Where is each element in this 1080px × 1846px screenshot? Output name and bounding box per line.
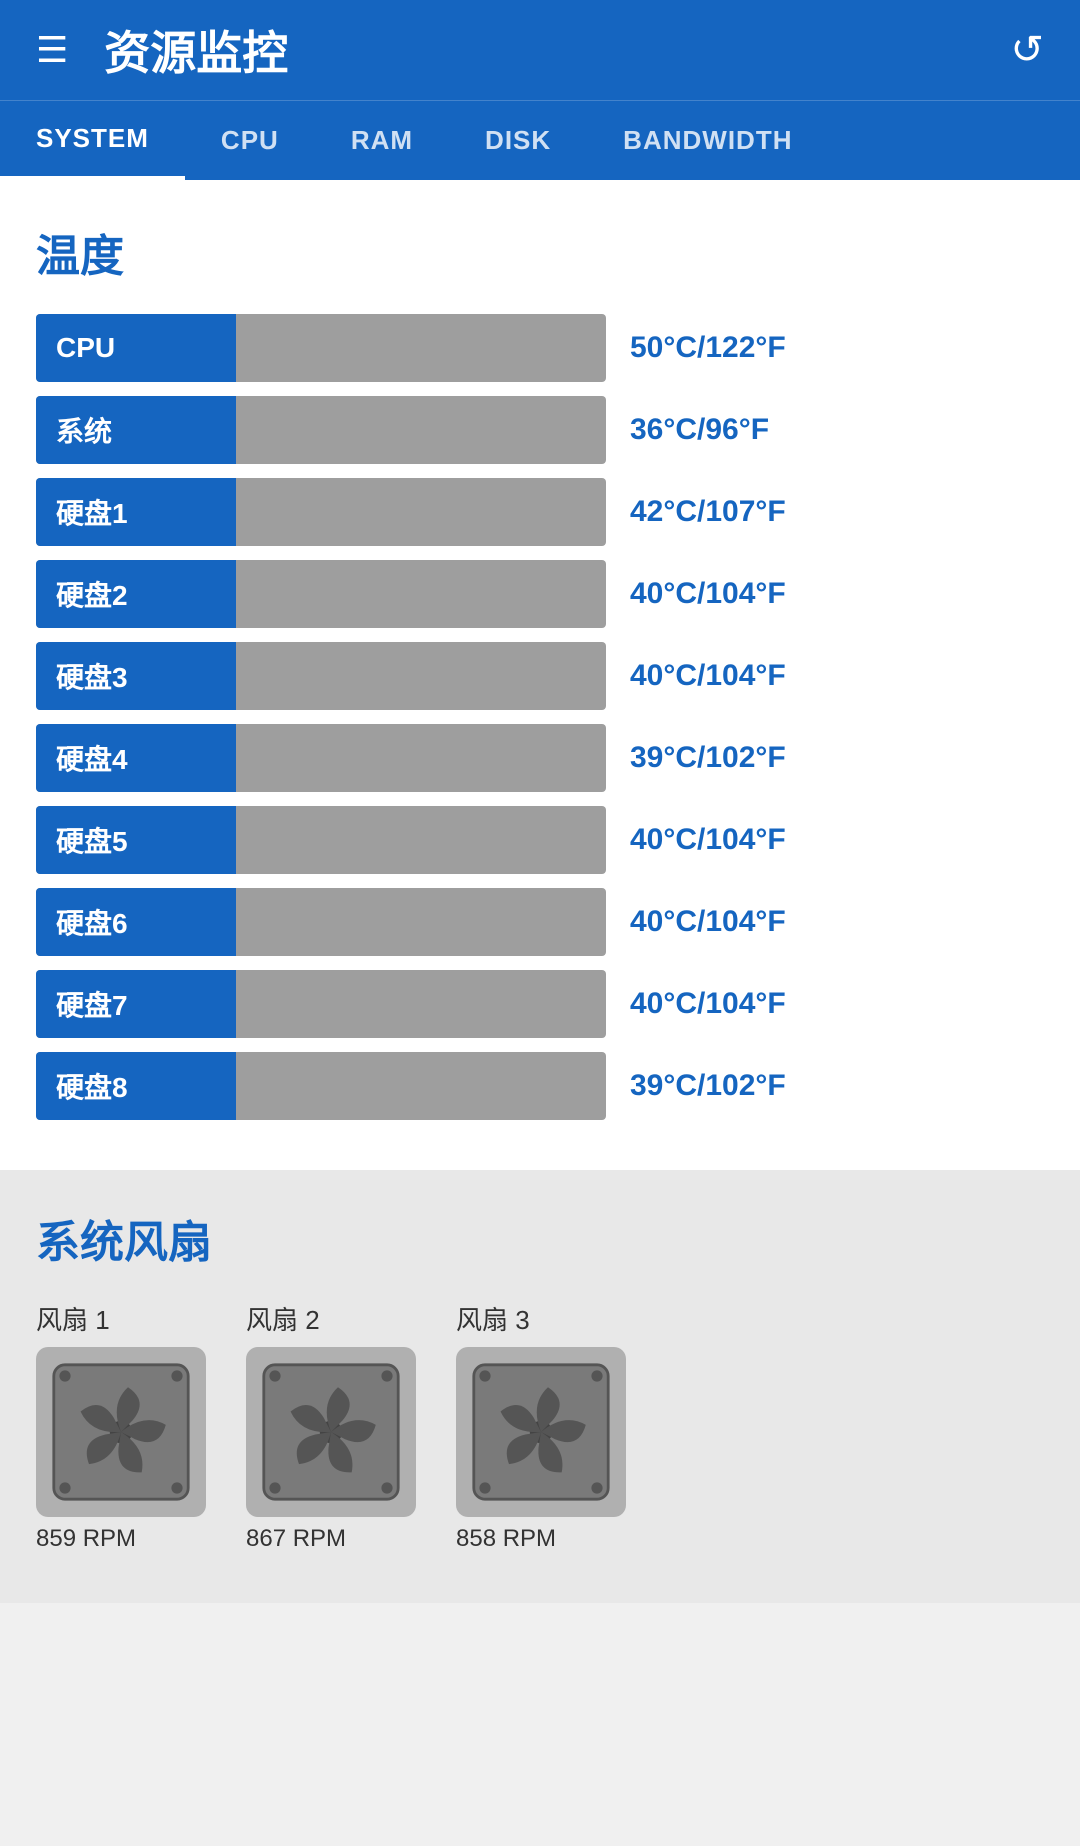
- fan-section: 系统风扇 风扇 1 859 RPM 风扇 2 867 RPM 风扇 3 858 RPM: [0, 1170, 1080, 1603]
- tab-bandwidth[interactable]: BANDWIDTH: [587, 101, 828, 180]
- temp-bar-container: 硬盘5: [36, 806, 606, 874]
- temp-value: 40°C/104°F: [630, 987, 786, 1021]
- temp-bar-label: 硬盘8: [36, 1052, 236, 1120]
- temp-value: 40°C/104°F: [630, 659, 786, 693]
- temp-bar-label: 硬盘4: [36, 724, 236, 792]
- temperature-row: 硬盘7 40°C/104°F: [36, 970, 1044, 1038]
- fan-item-3: 风扇 3 858 RPM: [456, 1300, 626, 1553]
- fan-rpm: 859 RPM: [36, 1525, 136, 1553]
- temperature-row: 硬盘4 39°C/102°F: [36, 724, 1044, 792]
- temp-value: 40°C/104°F: [630, 577, 786, 611]
- temp-bar-label: 硬盘3: [36, 642, 236, 710]
- temperature-row: 硬盘1 42°C/107°F: [36, 478, 1044, 546]
- fan-section-title: 系统风扇: [36, 1206, 1044, 1270]
- temperature-row: 硬盘2 40°C/104°F: [36, 560, 1044, 628]
- temp-bar-label: 硬盘7: [36, 970, 236, 1038]
- tab-system[interactable]: SYSTEM: [0, 101, 185, 180]
- temp-value: 50°C/122°F: [630, 331, 786, 365]
- temp-bar-container: 硬盘2: [36, 560, 606, 628]
- menu-icon[interactable]: ☰: [36, 32, 68, 68]
- tab-bar: SYSTEM CPU RAM DISK BANDWIDTH: [0, 100, 1080, 180]
- fan-label: 风扇 2: [246, 1300, 320, 1337]
- tab-ram[interactable]: RAM: [315, 101, 449, 180]
- temperature-row: 系统 36°C/96°F: [36, 396, 1044, 464]
- temperature-rows: CPU 50°C/122°F 系统 36°C/96°F 硬盘1 42°C/107°F 硬盘2…: [36, 314, 1044, 1120]
- temp-bar-container: 硬盘6: [36, 888, 606, 956]
- tab-cpu[interactable]: CPU: [185, 101, 315, 180]
- temp-value: 40°C/104°F: [630, 905, 786, 939]
- temperature-row: 硬盘5 40°C/104°F: [36, 806, 1044, 874]
- temperature-section: 温度 CPU 50°C/122°F 系统 36°C/96°F 硬盘1 42°C/107°F…: [0, 180, 1080, 1170]
- temp-value: 39°C/102°F: [630, 1069, 786, 1103]
- fan-item-2: 风扇 2 867 RPM: [246, 1300, 416, 1553]
- temp-value: 42°C/107°F: [630, 495, 786, 529]
- temperature-title: 温度: [36, 220, 1044, 284]
- temp-bar-container: 硬盘4: [36, 724, 606, 792]
- temp-bar-container: 系统: [36, 396, 606, 464]
- temp-bar-container: 硬盘7: [36, 970, 606, 1038]
- temp-bar-container: 硬盘8: [36, 1052, 606, 1120]
- temperature-row: CPU 50°C/122°F: [36, 314, 1044, 382]
- temp-bar-container: CPU: [36, 314, 606, 382]
- fan-label: 风扇 1: [36, 1300, 110, 1337]
- fan-icon: [456, 1347, 626, 1517]
- tab-disk[interactable]: DISK: [449, 101, 587, 180]
- fans-row: 风扇 1 859 RPM 风扇 2 867 RPM 风扇 3 858 RPM: [36, 1300, 1044, 1553]
- temp-bar-label: 系统: [36, 396, 236, 464]
- temperature-row: 硬盘3 40°C/104°F: [36, 642, 1044, 710]
- refresh-icon[interactable]: ↺: [1010, 27, 1044, 73]
- fan-icon: [246, 1347, 416, 1517]
- temp-bar-label: 硬盘5: [36, 806, 236, 874]
- temp-bar-label: 硬盘2: [36, 560, 236, 628]
- temperature-row: 硬盘6 40°C/104°F: [36, 888, 1044, 956]
- fan-rpm: 858 RPM: [456, 1525, 556, 1553]
- temp-bar-label: 硬盘6: [36, 888, 236, 956]
- fan-icon: [36, 1347, 206, 1517]
- temp-bar-container: 硬盘1: [36, 478, 606, 546]
- app-title: 资源监控: [104, 17, 288, 83]
- temp-bar-label: CPU: [36, 314, 236, 382]
- temp-value: 40°C/104°F: [630, 823, 786, 857]
- temp-bar-label: 硬盘1: [36, 478, 236, 546]
- temperature-row: 硬盘8 39°C/102°F: [36, 1052, 1044, 1120]
- header: ☰ 资源监控 ↺: [0, 0, 1080, 100]
- temp-value: 39°C/102°F: [630, 741, 786, 775]
- temp-bar-container: 硬盘3: [36, 642, 606, 710]
- fan-rpm: 867 RPM: [246, 1525, 346, 1553]
- temp-value: 36°C/96°F: [630, 413, 769, 447]
- fan-item-1: 风扇 1 859 RPM: [36, 1300, 206, 1553]
- fan-label: 风扇 3: [456, 1300, 530, 1337]
